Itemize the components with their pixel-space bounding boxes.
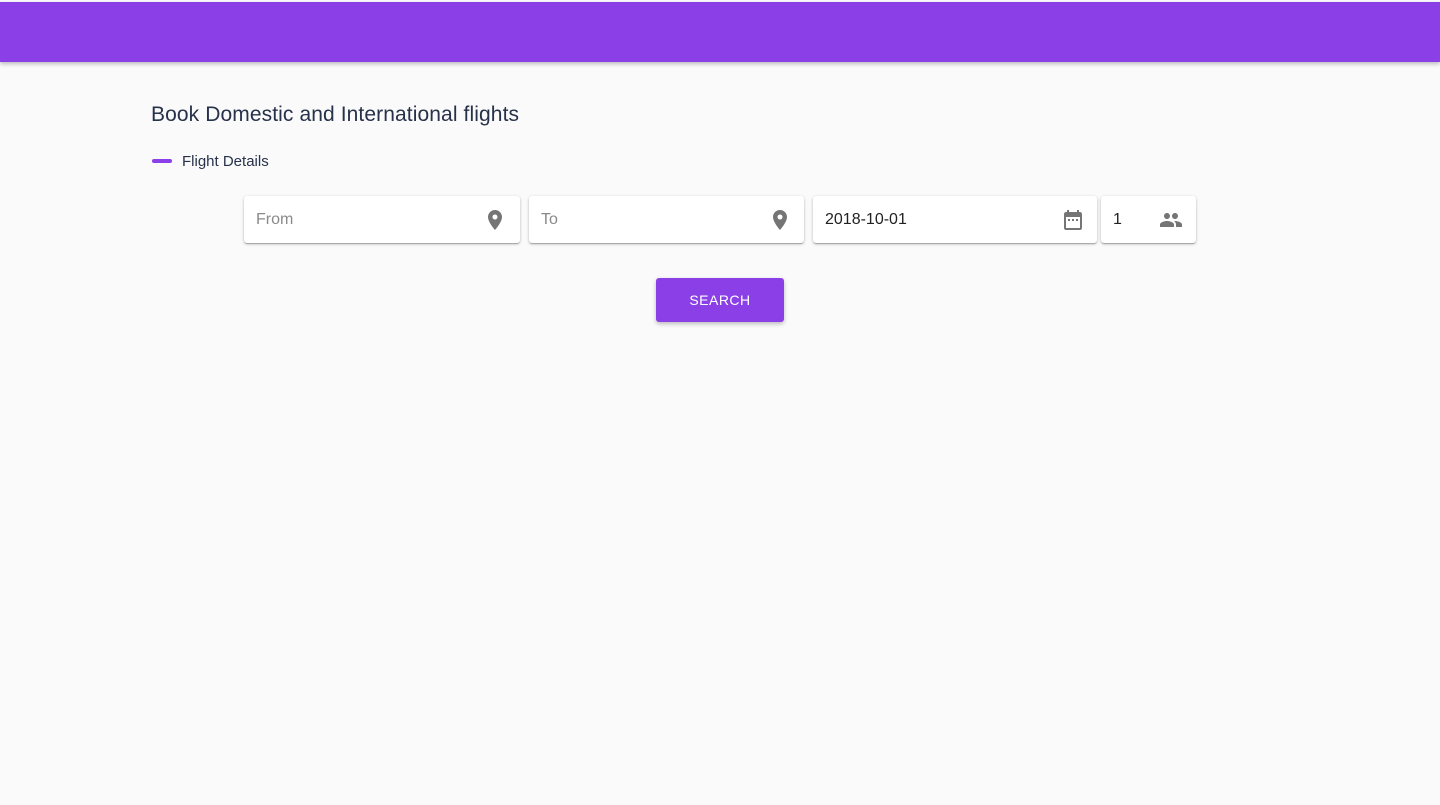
search-button[interactable]: SEARCH	[656, 278, 784, 322]
date-input[interactable]	[825, 196, 1055, 243]
to-field[interactable]	[529, 196, 804, 243]
top-app-bar	[0, 2, 1440, 62]
section-heading: Flight Details	[152, 150, 269, 172]
passengers-input[interactable]	[1113, 196, 1153, 243]
from-field[interactable]	[244, 196, 520, 243]
from-input[interactable]	[256, 196, 476, 243]
to-input[interactable]	[541, 196, 761, 243]
section-accent-bar	[152, 159, 172, 163]
section-label: Flight Details	[182, 152, 269, 170]
location-pin-icon	[483, 208, 507, 232]
date-field[interactable]	[813, 196, 1097, 243]
people-icon	[1159, 208, 1183, 232]
calendar-icon[interactable]	[1061, 208, 1085, 232]
page-title: Book Domestic and International flights	[151, 103, 520, 126]
passengers-field[interactable]	[1101, 196, 1196, 243]
location-pin-icon	[768, 208, 792, 232]
